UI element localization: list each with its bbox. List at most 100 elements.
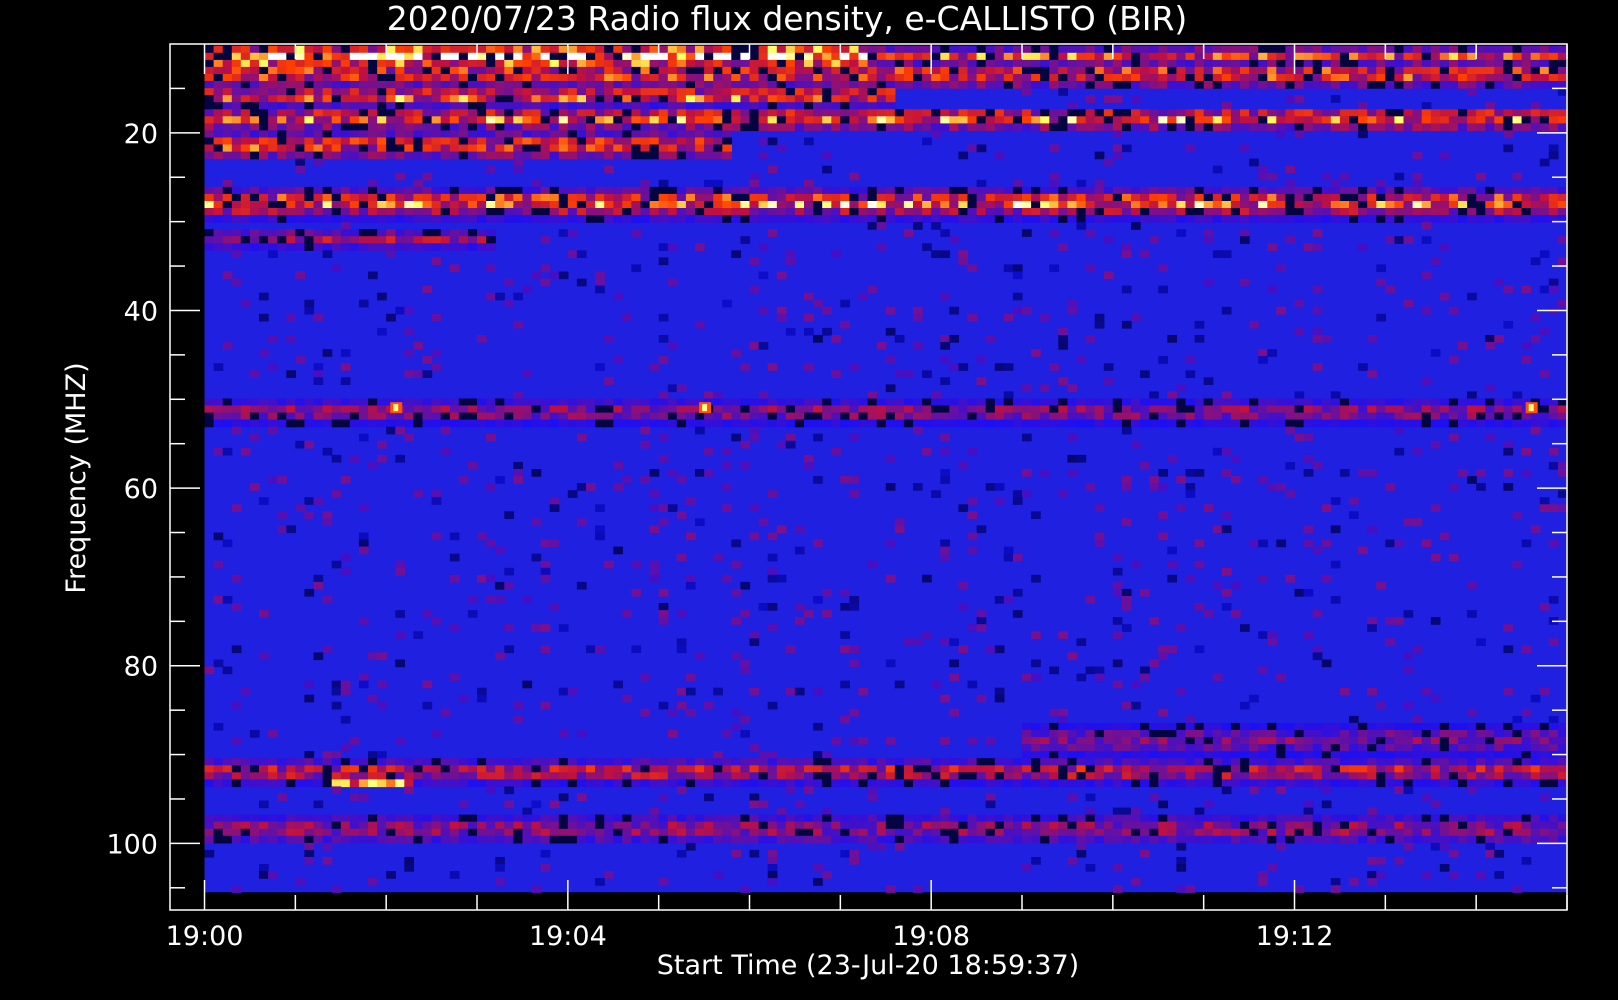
heatmap-cell	[767, 490, 778, 498]
heatmap-cell	[313, 66, 324, 75]
heatmap-cell	[613, 546, 623, 555]
heatmap-cell	[1049, 215, 1059, 223]
heatmap-cell	[1230, 765, 1241, 773]
heatmap-cell	[1394, 236, 1405, 244]
heatmap-cell	[1312, 363, 1323, 371]
heatmap-cell	[740, 398, 751, 407]
heatmap-cell	[849, 74, 860, 82]
heatmap-cell	[440, 243, 451, 251]
heatmap-cell	[1058, 66, 1068, 75]
heatmap-cell	[486, 765, 496, 773]
heatmap-cell	[949, 765, 959, 773]
heatmap-cell	[386, 765, 396, 773]
heatmap-cell	[404, 193, 414, 202]
heatmap-cell	[922, 370, 932, 378]
heatmap-cell	[231, 52, 242, 61]
heatmap-cell	[1040, 52, 1050, 61]
heatmap-cell	[295, 229, 305, 237]
heatmap-cell	[313, 130, 324, 139]
heatmap-cell	[595, 137, 605, 146]
heatmap-cell	[1430, 737, 1441, 745]
heatmap-cell	[1121, 603, 1132, 611]
heatmap-cell	[1303, 123, 1314, 132]
heatmap-cell	[395, 52, 405, 61]
heatmap-cell	[1494, 405, 1504, 414]
heatmap-cell	[1258, 631, 1268, 639]
heatmap-cell	[876, 201, 887, 209]
heatmap-cell	[1557, 299, 1568, 308]
heatmap-cell	[804, 405, 814, 414]
heatmap-cell	[1167, 765, 1177, 773]
heatmap-cell	[1058, 419, 1068, 428]
heatmap-cell	[922, 574, 932, 583]
heatmap-cell	[704, 412, 714, 421]
heatmap-cell	[431, 186, 442, 195]
heatmap-cell	[1149, 483, 1159, 491]
heatmap-cell	[1339, 215, 1350, 223]
heatmap-cell	[1040, 765, 1050, 773]
heatmap-cell	[313, 201, 324, 209]
heatmap-cell	[931, 398, 941, 407]
heatmap-cell	[1358, 74, 1368, 82]
heatmap-cell	[477, 335, 487, 343]
heatmap-cell	[1467, 744, 1477, 752]
heatmap-cell	[1049, 201, 1059, 209]
heatmap-cell	[513, 469, 523, 477]
heatmap-cell	[395, 454, 405, 463]
heatmap-cell	[404, 144, 414, 153]
heatmap-cell	[813, 596, 823, 604]
heatmap-cell	[1421, 52, 1432, 61]
heatmap-cell	[1294, 722, 1305, 731]
heatmap-cell	[231, 758, 242, 766]
heatmap-cell	[1167, 737, 1177, 745]
heatmap-cell	[1458, 405, 1468, 414]
heatmap-cell	[386, 130, 396, 139]
heatmap-cell	[1230, 419, 1241, 428]
heatmap-cell	[758, 518, 769, 527]
heatmap-cell	[504, 765, 514, 773]
heatmap-cell	[1249, 765, 1259, 773]
heatmap-cell	[676, 123, 687, 132]
heatmap-cell	[631, 405, 642, 414]
heatmap-cell	[985, 483, 996, 491]
heatmap-cell	[268, 363, 278, 371]
heatmap-cell	[295, 440, 305, 449]
heatmap-cell	[204, 137, 215, 146]
heatmap-cell	[704, 765, 714, 773]
heatmap-cell	[567, 215, 578, 223]
heatmap-cell	[1103, 74, 1114, 82]
heatmap-cell	[1394, 81, 1405, 89]
heatmap-cell	[558, 151, 569, 160]
heatmap-cell	[876, 419, 887, 428]
heatmap-cell	[595, 66, 605, 75]
heatmap-cell	[540, 772, 551, 780]
heatmap-cell	[1067, 306, 1078, 315]
heatmap-cell	[1194, 751, 1205, 759]
heatmap-cell	[1312, 109, 1323, 117]
heatmap-cell	[1358, 66, 1368, 75]
heatmap-cell	[1140, 208, 1150, 216]
heatmap-cell	[1158, 744, 1168, 752]
heatmap-cell	[1076, 356, 1087, 364]
heatmap-cell	[449, 201, 460, 209]
heatmap-cell	[804, 201, 814, 209]
heatmap-cell	[804, 398, 814, 407]
heatmap-cell	[985, 335, 996, 343]
heatmap-cell	[1476, 638, 1486, 646]
heatmap-cell	[1503, 130, 1514, 139]
heatmap-cell	[1085, 335, 1096, 343]
heatmap-cell	[685, 81, 696, 89]
heatmap-cell	[867, 52, 878, 61]
heatmap-cell	[331, 95, 342, 103]
heatmap-cell	[785, 257, 796, 266]
heatmap-cell	[1285, 109, 1296, 117]
heatmap-cell	[395, 419, 405, 428]
heatmap-cell	[1221, 74, 1232, 82]
heatmap-cell	[549, 88, 560, 96]
heatmap-cell	[1303, 398, 1314, 407]
heatmap-cell	[1312, 81, 1323, 89]
heatmap-cell	[1022, 123, 1032, 132]
heatmap-cell	[831, 208, 841, 216]
heatmap-cell	[1031, 419, 1041, 428]
heatmap-cell	[1022, 215, 1032, 223]
